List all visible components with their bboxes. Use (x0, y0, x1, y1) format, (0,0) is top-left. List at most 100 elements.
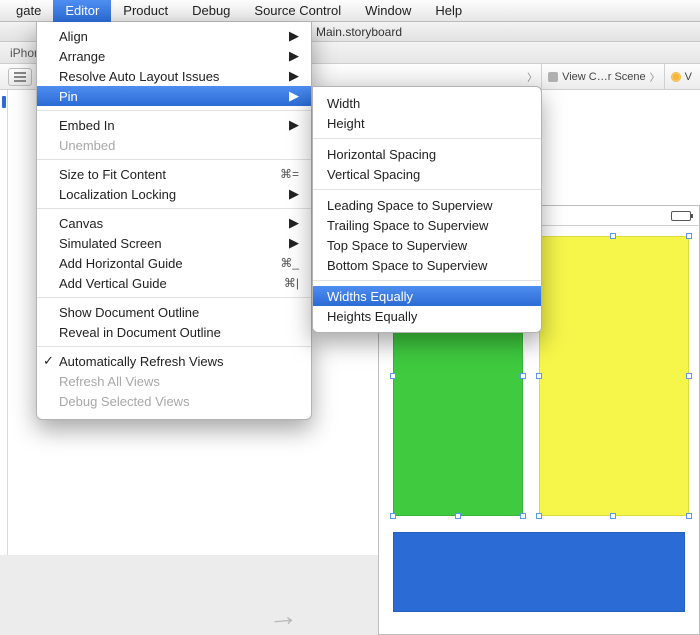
breadcrumb-label: View C…r Scene (562, 71, 646, 83)
selection-handle[interactable] (520, 513, 526, 519)
breadcrumb-item-view[interactable]: V (664, 64, 692, 89)
menu-item-arrange[interactable]: Arrange ▶ (37, 46, 311, 66)
selection-handle[interactable] (520, 373, 526, 379)
menu-shortcut: ⌘_ (280, 256, 299, 270)
menu-label: Height (327, 116, 365, 131)
menu-separator (313, 280, 541, 281)
submenu-item-height[interactable]: Height (313, 113, 541, 133)
document-filename: Main.storyboard (316, 25, 402, 39)
scene-icon (548, 72, 558, 82)
menu-label: Embed In (59, 118, 281, 133)
menu-label: Trailing Space to Superview (327, 218, 488, 233)
pin-submenu: Width Height Horizontal Spacing Vertical… (312, 86, 542, 333)
menu-label: Add Vertical Guide (59, 276, 276, 291)
menu-item-unembed: Unembed (37, 135, 311, 155)
submenu-arrow-icon: ▶ (289, 68, 299, 84)
menubar-item-source-control[interactable]: Source Control (242, 0, 353, 22)
menu-item-show-document-outline[interactable]: Show Document Outline (37, 302, 311, 322)
menu-separator (37, 346, 311, 347)
menubar-item-window[interactable]: Window (353, 0, 423, 22)
menubar-item-help[interactable]: Help (423, 0, 474, 22)
menu-item-simulated-screen[interactable]: Simulated Screen ▶ (37, 233, 311, 253)
submenu-item-heights-equally[interactable]: Heights Equally (313, 306, 541, 326)
view-controller-icon (671, 72, 681, 82)
menu-item-add-horizontal-guide[interactable]: Add Horizontal Guide ⌘_ (37, 253, 311, 273)
menu-item-auto-refresh-views[interactable]: ✓ Automatically Refresh Views (37, 351, 311, 371)
menu-label: Debug Selected Views (59, 394, 299, 409)
selection-handle[interactable] (390, 513, 396, 519)
left-gutter (0, 90, 8, 555)
menu-separator (37, 110, 311, 111)
submenu-item-bottom-space[interactable]: Bottom Space to Superview (313, 255, 541, 275)
battery-icon (671, 211, 691, 221)
selection-handle[interactable] (536, 373, 542, 379)
selection-handle[interactable] (455, 513, 461, 519)
initial-scene-arrow-icon[interactable]: → (267, 599, 300, 635)
selection-handle[interactable] (686, 513, 692, 519)
selection-handle[interactable] (536, 513, 542, 519)
breadcrumb-item-scene[interactable]: View C…r Scene (541, 64, 646, 89)
menu-label: Simulated Screen (59, 236, 281, 251)
selection-handle[interactable] (390, 373, 396, 379)
menu-item-size-to-fit[interactable]: Size to Fit Content ⌘= (37, 164, 311, 184)
menu-separator (37, 208, 311, 209)
menu-separator (37, 159, 311, 160)
menubar-item-editor[interactable]: Editor (53, 0, 111, 22)
menubar: gate Editor Product Debug Source Control… (0, 0, 700, 22)
menu-item-align[interactable]: Align ▶ (37, 26, 311, 46)
breadcrumb-label: V (685, 71, 692, 83)
menubar-item-product[interactable]: Product (111, 0, 180, 22)
menu-label: Localization Locking (59, 187, 281, 202)
list-icon (14, 72, 26, 82)
menu-label: Reveal in Document Outline (59, 325, 299, 340)
yellow-rectangle-view[interactable] (539, 236, 689, 516)
submenu-arrow-icon: ▶ (289, 215, 299, 231)
submenu-arrow-icon: ▶ (289, 88, 299, 104)
checkmark-icon: ✓ (43, 353, 54, 369)
menu-label: Automatically Refresh Views (59, 354, 299, 369)
menu-label: Refresh All Views (59, 374, 299, 389)
submenu-arrow-icon: ▶ (289, 28, 299, 44)
menu-separator (313, 189, 541, 190)
chevron-right-icon: 〉 (650, 69, 660, 84)
menu-item-pin[interactable]: Pin ▶ (37, 86, 311, 106)
menu-item-reveal-in-outline[interactable]: Reveal in Document Outline (37, 322, 311, 342)
menu-item-embed-in[interactable]: Embed In ▶ (37, 115, 311, 135)
submenu-arrow-icon: ▶ (289, 235, 299, 251)
menu-shortcut: ⌘= (280, 167, 299, 181)
menu-separator (313, 138, 541, 139)
menu-separator (37, 297, 311, 298)
menu-label: Horizontal Spacing (327, 147, 436, 162)
blue-rectangle-view[interactable] (393, 532, 685, 612)
menu-item-resolve-auto-layout[interactable]: Resolve Auto Layout Issues ▶ (37, 66, 311, 86)
menu-item-localization-locking[interactable]: Localization Locking ▶ (37, 184, 311, 204)
chevron-right-icon: 〉 (527, 69, 537, 84)
selection-handle[interactable] (686, 373, 692, 379)
submenu-item-width[interactable]: Width (313, 93, 541, 113)
menu-label: Heights Equally (327, 309, 417, 324)
menubar-item-gate[interactable]: gate (4, 0, 53, 22)
menubar-item-debug[interactable]: Debug (180, 0, 242, 22)
toggle-outline-button[interactable] (8, 68, 32, 86)
selection-handle[interactable] (686, 233, 692, 239)
menu-item-add-vertical-guide[interactable]: Add Vertical Guide ⌘| (37, 273, 311, 293)
menu-item-debug-selected-views: Debug Selected Views (37, 391, 311, 411)
submenu-item-horizontal-spacing[interactable]: Horizontal Spacing (313, 144, 541, 164)
submenu-item-vertical-spacing[interactable]: Vertical Spacing (313, 164, 541, 184)
editor-dropdown-menu: Align ▶ Arrange ▶ Resolve Auto Layout Is… (36, 22, 312, 420)
selection-handle[interactable] (610, 513, 616, 519)
breadcrumb: 〉 View C…r Scene 〉 V (527, 64, 700, 89)
menu-label: Top Space to Superview (327, 238, 467, 253)
submenu-arrow-icon: ▶ (289, 48, 299, 64)
submenu-item-widths-equally[interactable]: Widths Equally (313, 286, 541, 306)
menu-item-canvas[interactable]: Canvas ▶ (37, 213, 311, 233)
menu-label: Size to Fit Content (59, 167, 272, 182)
menu-label: Vertical Spacing (327, 167, 420, 182)
submenu-item-top-space[interactable]: Top Space to Superview (313, 235, 541, 255)
submenu-item-trailing-space[interactable]: Trailing Space to Superview (313, 215, 541, 235)
submenu-item-leading-space[interactable]: Leading Space to Superview (313, 195, 541, 215)
menu-label: Width (327, 96, 360, 111)
menu-label: Bottom Space to Superview (327, 258, 487, 273)
menu-label: Show Document Outline (59, 305, 299, 320)
selection-handle[interactable] (610, 233, 616, 239)
